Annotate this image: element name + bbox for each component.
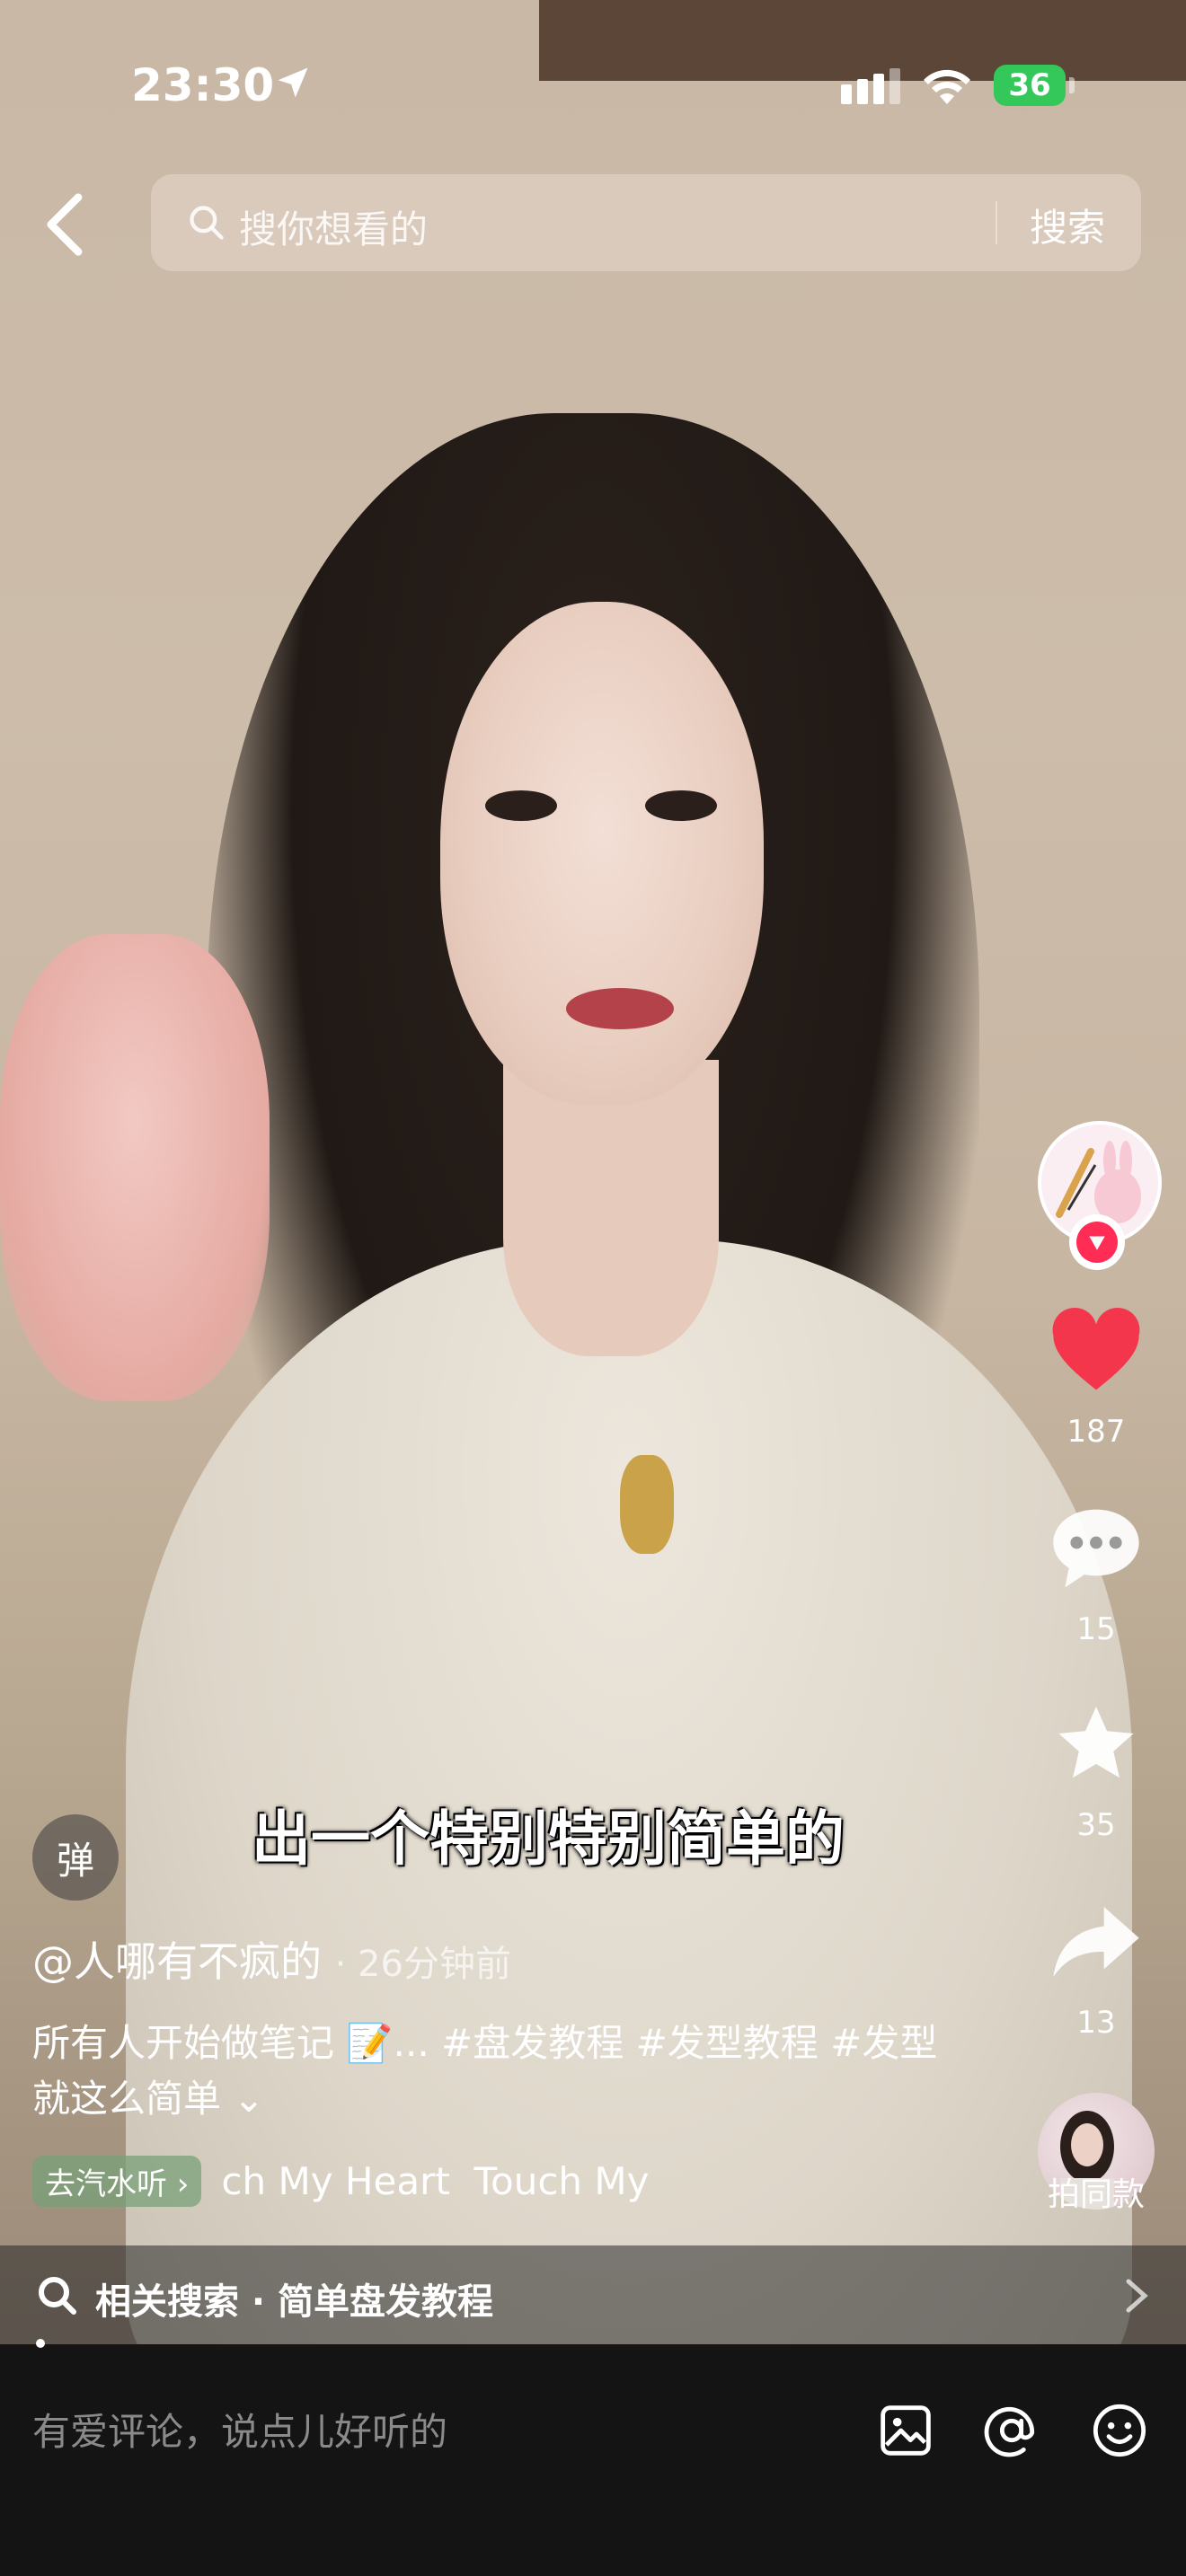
danmu-label: 弹 [56, 1838, 94, 1883]
emoji-icon[interactable] [1091, 2402, 1148, 2459]
music-row[interactable]: 去汽水听 › ch My Heart Touch My [32, 2154, 650, 2208]
share-count: 13 [1076, 2005, 1116, 2041]
danmu-toggle-button[interactable]: 弹 [32, 1814, 119, 1901]
cellular-signal-icon [841, 68, 900, 104]
image-icon[interactable] [877, 2402, 934, 2459]
video-player[interactable] [0, 0, 1186, 2344]
video-subject-face [440, 602, 764, 1105]
favorite-star-icon[interactable] [1049, 1701, 1143, 1787]
share-arrow-icon[interactable] [1049, 1899, 1143, 1985]
mention-at-icon[interactable] [983, 2402, 1040, 2459]
like-heart-icon[interactable] [1049, 1308, 1143, 1394]
location-arrow-icon [278, 67, 308, 98]
video-subject-hand [0, 934, 270, 1401]
author-name[interactable]: @人哪有不疯的 [32, 1937, 322, 1986]
follow-button[interactable] [1069, 1214, 1125, 1270]
comment-count: 15 [1076, 1611, 1116, 1647]
search-bar[interactable]: 搜你想看的 搜索 [151, 174, 1141, 271]
video-subtitle: 出一个特别特别简单的 [252, 1804, 845, 1874]
video-subject-eye [485, 790, 557, 821]
listen-in-app-chip[interactable]: 去汽水听 › [32, 2155, 202, 2207]
comment-bubble-icon[interactable] [1049, 1505, 1143, 1592]
follow-icon [1076, 1222, 1118, 1263]
related-search-text: 相关搜索 · 简单盘发教程 [95, 2281, 494, 2323]
related-search-bar[interactable]: 相关搜索 · 简单盘发教程 [0, 2245, 1186, 2344]
video-subject-pendant [620, 1455, 674, 1554]
search-divider [996, 201, 997, 244]
author-line: @人哪有不疯的 · 26分钟前 [32, 1929, 511, 1989]
search-icon [39, 2277, 76, 2315]
video-progress-indicator [36, 2339, 45, 2348]
video-subject-eye [645, 790, 717, 821]
post-description[interactable]: 所有人开始做笔记 📝... #盘发教程 #发型教程 #发型就这么简单 ⌄ [32, 2016, 967, 2127]
video-subject-lips [566, 988, 674, 1029]
comment-input[interactable]: 有爱评论，说点儿好听的 [32, 2402, 447, 2457]
search-icon [190, 206, 224, 240]
wifi-icon [924, 69, 970, 104]
status-time: 23:30 [131, 59, 275, 111]
post-time: · 26分钟前 [334, 1944, 511, 1985]
like-count: 187 [1067, 1414, 1126, 1450]
battery-level: 36 [1008, 67, 1051, 103]
music-title[interactable]: ch My Heart Touch My [221, 2159, 649, 2203]
chevron-right-icon [1126, 2279, 1148, 2313]
back-arrow-icon[interactable] [36, 190, 90, 259]
battery-cap [1069, 77, 1075, 93]
search-input[interactable]: 搜你想看的 [239, 199, 428, 254]
comment-bar: 有爱评论，说点儿好听的 [0, 2348, 1186, 2576]
search-button[interactable]: 搜索 [1030, 198, 1105, 252]
same-style-button[interactable]: 拍同款 [1015, 2168, 1177, 2215]
battery-indicator: 36 [994, 65, 1066, 106]
